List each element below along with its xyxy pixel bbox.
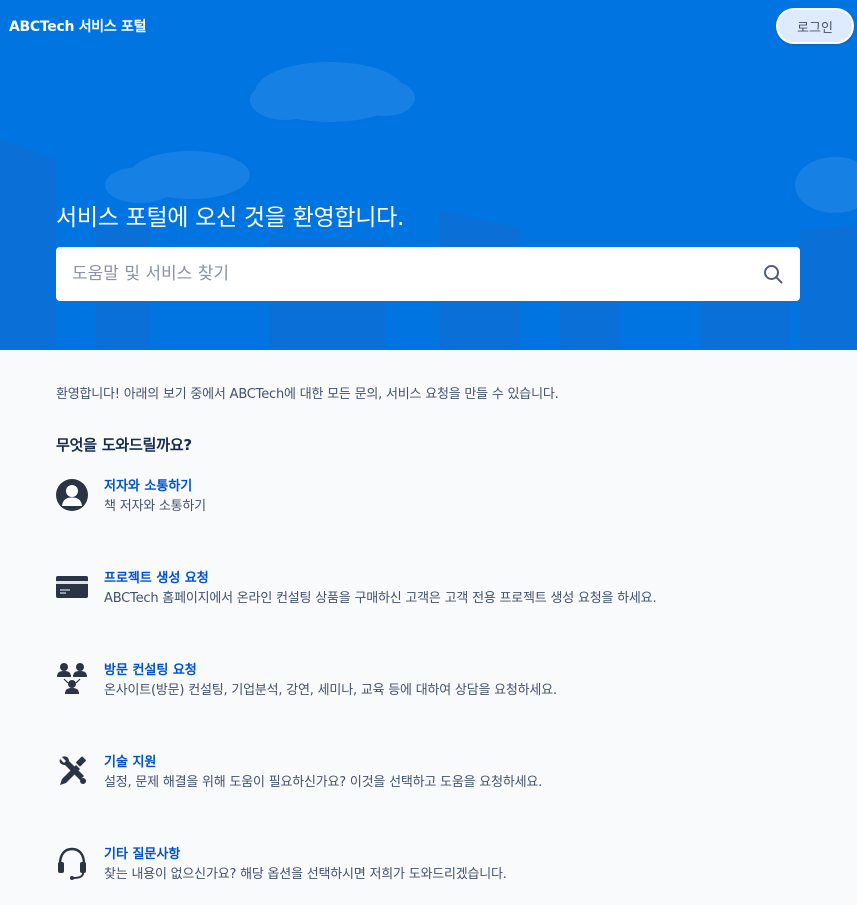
request-type-description: 설정, 문제 해결을 위해 도움이 필요하신가요? 이것을 선택하고 도움을 요…	[104, 775, 543, 790]
section-title: 무엇을 도와드릴까요?	[56, 436, 192, 454]
request-type-contact-author[interactable]: 저자와 소통하기 책 저자와 소통하기	[56, 478, 816, 518]
hero-banner: ABCTech 서비스 포털 로그인 서비스 포털에 오신 것을 환영합니다.	[0, 0, 857, 350]
request-type-description: 온사이트(방문) 컨설팅, 기업분석, 강연, 세미나, 교육 등에 대하여 상…	[104, 683, 557, 698]
request-type-description: ABCTech 홈페이지에서 온라인 컨설팅 상품을 구매하신 고객은 고객 전…	[104, 591, 657, 606]
credit-card-icon	[56, 570, 88, 604]
request-type-onsite-consulting[interactable]: 방문 컨설팅 요청 온사이트(방문) 컨설팅, 기업분석, 강연, 세미나, 교…	[56, 662, 816, 702]
request-type-project-creation[interactable]: 프로젝트 생성 요청 ABCTech 홈페이지에서 온라인 컨설팅 상품을 구매…	[56, 570, 816, 610]
headset-icon	[56, 846, 88, 880]
page-title: 서비스 포털에 오신 것을 환영합니다.	[56, 205, 404, 231]
main-content: 환영합니다! 아래의 보기 중에서 ABCTech에 대한 모든 문의, 서비스…	[0, 350, 857, 905]
request-type-name[interactable]: 프로젝트 생성 요청	[104, 570, 656, 588]
request-type-name[interactable]: 기타 질문사항	[104, 846, 507, 864]
request-type-other-questions[interactable]: 기타 질문사항 찾는 내용이 없으신가요? 해당 옵션을 선택하시면 저희가 도…	[56, 846, 816, 886]
request-type-description: 찾는 내용이 없으신가요? 해당 옵션을 선택하시면 저희가 도와드리겠습니다.	[104, 867, 507, 882]
search-bar	[56, 247, 800, 301]
tools-icon	[56, 754, 88, 788]
request-type-description: 책 저자와 소통하기	[104, 499, 206, 514]
search-icon[interactable]	[762, 263, 784, 285]
people-network-icon	[56, 662, 88, 696]
portal-brand[interactable]: ABCTech 서비스 포털	[9, 16, 146, 36]
user-avatar-icon	[56, 478, 88, 512]
request-type-name[interactable]: 저자와 소통하기	[104, 478, 206, 496]
request-type-name[interactable]: 기술 지원	[104, 754, 542, 772]
login-button[interactable]: 로그인	[776, 8, 854, 44]
search-input[interactable]	[72, 264, 762, 284]
request-type-name[interactable]: 방문 컨설팅 요청	[104, 662, 557, 680]
request-type-technical-support[interactable]: 기술 지원 설정, 문제 해결을 위해 도움이 필요하신가요? 이것을 선택하고…	[56, 754, 816, 794]
intro-text: 환영합니다! 아래의 보기 중에서 ABCTech에 대한 모든 문의, 서비스…	[56, 387, 559, 402]
